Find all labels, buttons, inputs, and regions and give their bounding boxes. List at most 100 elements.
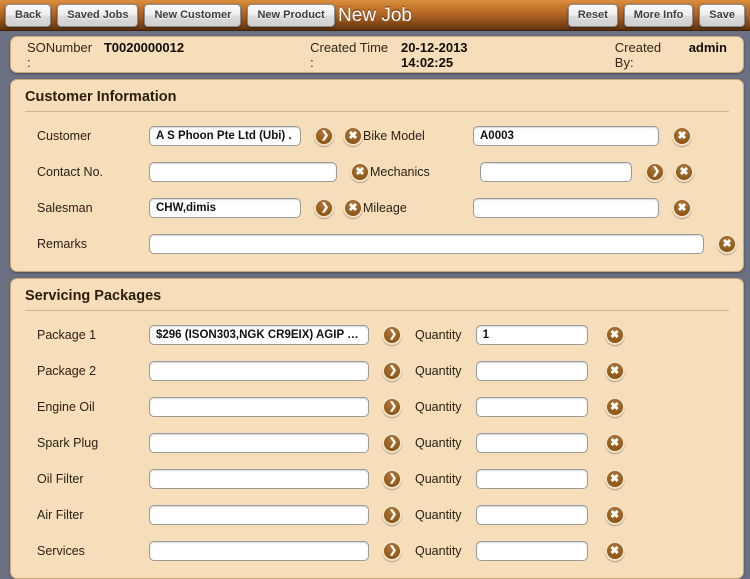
package-input[interactable] xyxy=(149,541,369,561)
arrow-glyph: ❯ xyxy=(320,130,330,141)
package-input[interactable]: $296 (ISON303,NGK CR9EIX) AGIP Tec 4... xyxy=(149,325,369,345)
clear-glyph: ✖ xyxy=(355,165,365,178)
salesman-lookup-arrow-icon[interactable]: ❯ xyxy=(314,198,334,218)
new-customer-button[interactable]: New Customer xyxy=(144,3,242,27)
package-row: Package 1 $296 (ISON303,NGK CR9EIX) AGIP… xyxy=(11,317,743,353)
bike-model-input[interactable]: A0003 xyxy=(473,126,659,146)
clear-glyph: ✖ xyxy=(609,400,620,413)
arrow-glyph: ❯ xyxy=(388,545,398,556)
row-remarks: Remarks ✖ xyxy=(11,226,743,262)
package-row-label: Spark Plug xyxy=(37,436,99,450)
package-input[interactable] xyxy=(149,361,369,381)
clear-glyph: ✖ xyxy=(348,201,358,214)
quantity-label: Quantity xyxy=(415,544,462,558)
clear-glyph: ✖ xyxy=(609,436,620,449)
toolbar-right-group: Reset More Info Save xyxy=(567,3,745,27)
package-input[interactable] xyxy=(149,505,369,525)
package-lookup-arrow-icon[interactable]: ❯ xyxy=(382,361,402,381)
section-divider xyxy=(25,310,729,311)
quantity-label: Quantity xyxy=(415,400,462,414)
mileage-input[interactable] xyxy=(473,198,659,218)
back-button[interactable]: Back xyxy=(5,3,52,27)
package-clear-icon[interactable]: ✖ xyxy=(604,541,625,561)
package-row: Services ❯ Quantity ✖ xyxy=(11,533,743,569)
salesman-clear-icon[interactable]: ✖ xyxy=(343,198,363,218)
package-input[interactable] xyxy=(149,433,369,453)
customer-information-section: Customer Information Customer A S Phoon … xyxy=(10,79,744,272)
created-time-value: 20-12-2013 14:02:25 xyxy=(401,39,468,70)
clear-glyph: ✖ xyxy=(677,129,687,142)
quantity-input[interactable] xyxy=(475,505,588,525)
package-row: Engine Oil ❯ Quantity ✖ xyxy=(11,389,743,425)
package-clear-icon[interactable]: ✖ xyxy=(604,397,625,417)
package-input[interactable] xyxy=(149,469,369,489)
created-time-group: Created Time : 20-12-2013 14:02:25 xyxy=(310,40,521,70)
arrow-glyph: ❯ xyxy=(651,166,661,177)
arrow-glyph: ❯ xyxy=(388,401,398,412)
mechanics-label: Mechanics xyxy=(370,165,430,179)
reset-button[interactable]: Reset xyxy=(567,3,618,27)
clear-glyph: ✖ xyxy=(609,364,620,377)
customer-clear-icon[interactable]: ✖ xyxy=(343,126,363,146)
salesman-input[interactable]: CHW,dimis xyxy=(149,198,301,218)
customer-label: Customer xyxy=(37,129,92,143)
row-salesman-mileage: Salesman CHW,dimis ❯ ✖ Mileage ✖ xyxy=(11,190,743,226)
quantity-input[interactable] xyxy=(475,361,588,381)
clear-glyph: ✖ xyxy=(609,472,620,485)
mechanics-input[interactable] xyxy=(480,162,632,182)
contact-no-input[interactable] xyxy=(149,162,337,182)
save-button[interactable]: Save xyxy=(699,3,745,27)
package-lookup-arrow-icon[interactable]: ❯ xyxy=(382,397,402,417)
remarks-clear-icon[interactable]: ✖ xyxy=(717,234,737,254)
salesman-label: Salesman xyxy=(37,201,93,215)
mechanics-lookup-arrow-icon[interactable]: ❯ xyxy=(645,162,665,182)
quantity-input[interactable] xyxy=(475,469,588,489)
package-lookup-arrow-icon[interactable]: ❯ xyxy=(382,505,402,525)
more-info-button[interactable]: More Info xyxy=(623,3,694,27)
package-lookup-arrow-icon[interactable]: ❯ xyxy=(382,541,402,561)
package-lookup-arrow-icon[interactable]: ❯ xyxy=(382,469,402,489)
new-product-button[interactable]: New Product xyxy=(247,3,335,27)
customer-input[interactable]: A S Phoon Pte Ltd (Ubi) . xyxy=(149,126,301,146)
saved-jobs-button[interactable]: Saved Jobs xyxy=(57,3,139,27)
package-clear-icon[interactable]: ✖ xyxy=(604,433,625,453)
clear-glyph: ✖ xyxy=(348,129,358,142)
bike-model-clear-icon[interactable]: ✖ xyxy=(672,126,692,146)
servicing-packages-section: Servicing Packages Package 1 $296 (ISON3… xyxy=(10,278,744,579)
quantity-label: Quantity xyxy=(415,472,462,486)
package-input[interactable] xyxy=(149,397,369,417)
quantity-label: Quantity xyxy=(415,328,462,342)
remarks-input[interactable] xyxy=(149,234,704,254)
mileage-clear-icon[interactable]: ✖ xyxy=(672,198,692,218)
contact-no-label: Contact No. xyxy=(37,165,104,179)
package-row-label: Package 1 xyxy=(37,328,97,342)
clear-glyph: ✖ xyxy=(609,508,620,521)
mechanics-group: Mechanics ❯ ✖ xyxy=(370,162,730,182)
top-toolbar: Back Saved Jobs New Customer New Product… xyxy=(0,0,750,31)
mechanics-clear-icon[interactable]: ✖ xyxy=(674,162,694,182)
package-clear-icon[interactable]: ✖ xyxy=(604,505,625,525)
quantity-label: Quantity xyxy=(415,364,462,378)
clear-glyph: ✖ xyxy=(677,201,687,214)
bike-model-group: Bike Model A0003 ✖ xyxy=(363,126,723,146)
arrow-glyph: ❯ xyxy=(388,329,398,340)
page-body: SONumber : T0020000012 Created Time : 20… xyxy=(0,31,750,579)
customer-lookup-arrow-icon[interactable]: ❯ xyxy=(314,126,334,146)
package-lookup-arrow-icon[interactable]: ❯ xyxy=(382,325,402,345)
package-lookup-arrow-icon[interactable]: ❯ xyxy=(382,433,402,453)
row-contact-mechanics: Contact No. ✖ Mechanics ❯ ✖ xyxy=(11,154,743,190)
quantity-input[interactable]: 1 xyxy=(475,325,588,345)
contact-no-clear-icon[interactable]: ✖ xyxy=(350,162,370,182)
quantity-input[interactable] xyxy=(475,541,588,561)
package-clear-icon[interactable]: ✖ xyxy=(604,469,625,489)
bike-model-label: Bike Model xyxy=(363,129,425,143)
package-clear-icon[interactable]: ✖ xyxy=(604,361,625,381)
quantity-input[interactable] xyxy=(475,433,588,453)
job-info-strip: SONumber : T0020000012 Created Time : 20… xyxy=(10,36,744,73)
toolbar-left-group: Back Saved Jobs New Customer New Product xyxy=(5,3,335,27)
quantity-input[interactable] xyxy=(475,397,588,417)
package-row-label: Oil Filter xyxy=(37,472,84,486)
package-clear-icon[interactable]: ✖ xyxy=(604,325,625,345)
package-row-label: Engine Oil xyxy=(37,400,95,414)
created-by-group: Created By: admin xyxy=(615,40,727,70)
